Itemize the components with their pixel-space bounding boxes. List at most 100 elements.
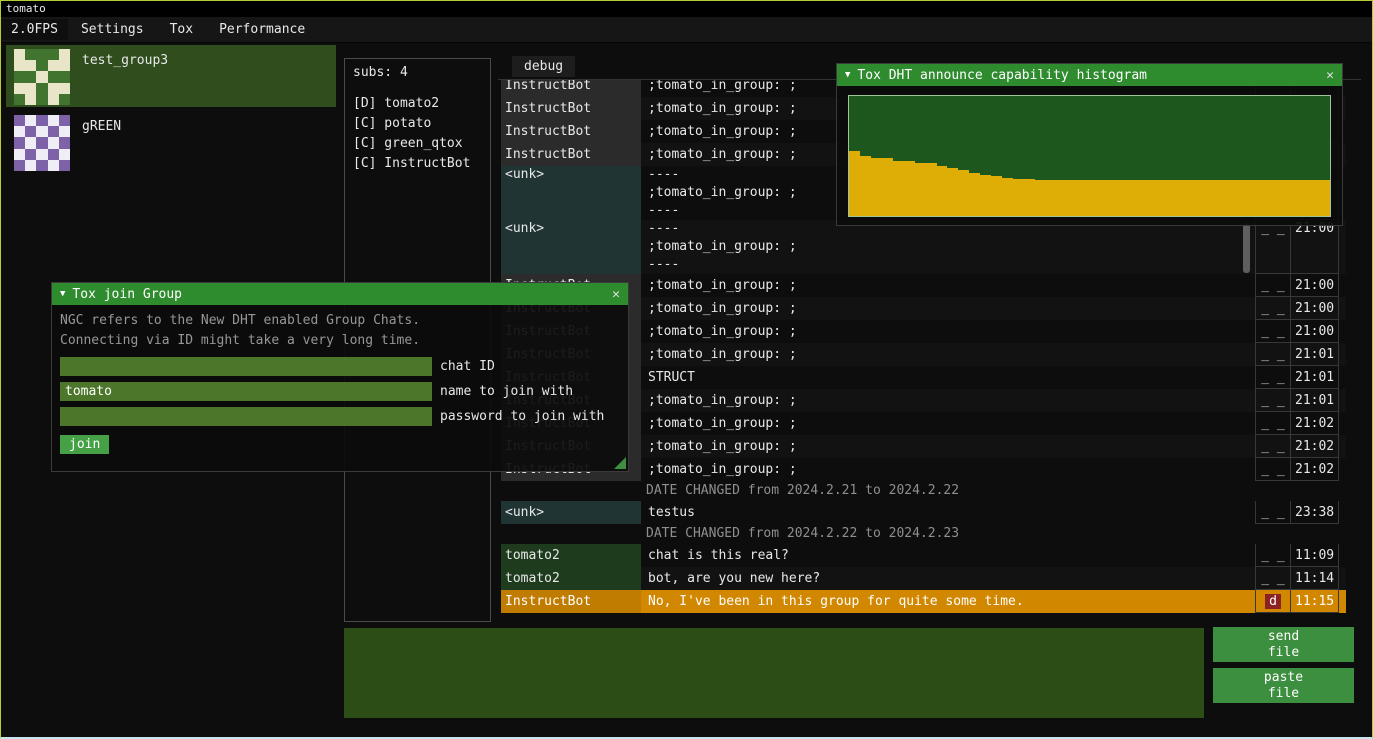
subs-count: subs: 4: [353, 65, 482, 80]
sender-name: InstructBot: [501, 590, 641, 613]
chat-row[interactable]: tomato2chat is this real?_ _11:09: [501, 544, 1346, 567]
message-text: STRUCT: [643, 366, 1255, 389]
histogram-bar: [1079, 180, 1090, 216]
histogram-bar: [1057, 180, 1068, 216]
message-text: ;tomato_in_group: ;: [643, 412, 1255, 435]
sender-name: tomato2: [501, 567, 641, 590]
date-changed-row: DATE CHANGED from 2024.2.22 to 2024.2.23: [501, 524, 1346, 544]
group-item[interactable]: gREEN: [6, 111, 336, 173]
histogram-bar: [1254, 180, 1265, 216]
histogram-bar: [947, 168, 958, 216]
message-time: 21:02: [1291, 458, 1339, 481]
histogram-bar: [969, 173, 980, 216]
message-time: 21:00: [1291, 220, 1339, 274]
message-text: ;tomato_in_group: ;: [643, 297, 1255, 320]
chat-row[interactable]: <unk>---- ;tomato_in_group: ; ----_ _21:…: [501, 220, 1346, 274]
message-time: 11:09: [1291, 544, 1339, 567]
chat-id-input[interactable]: [60, 357, 432, 376]
ngc-hint-line2: Connecting via ID might take a very long…: [60, 331, 620, 351]
group-item[interactable]: test_group3: [6, 45, 336, 107]
menu-settings[interactable]: Settings: [68, 19, 157, 40]
histogram-window-title: Tox DHT announce capability histogram: [857, 68, 1147, 83]
chat-scrollbar[interactable]: [1243, 223, 1250, 273]
message-flags: _ _: [1255, 435, 1291, 458]
message-time: 11:15: [1291, 590, 1339, 613]
message-text: ;tomato_in_group: ;: [643, 435, 1255, 458]
histogram-bar: [1155, 180, 1166, 216]
menu-performance[interactable]: Performance: [206, 19, 318, 40]
histogram-bar: [1287, 180, 1298, 216]
paste-file-button[interactable]: paste file: [1213, 668, 1354, 703]
histogram-bar: [958, 170, 969, 216]
message-flags: _ _: [1255, 366, 1291, 389]
group-name: test_group3: [82, 48, 168, 68]
field-label: password to join with: [440, 409, 604, 424]
join-field-row: password to join with: [60, 407, 620, 426]
chat-row[interactable]: tomato2bot, are you new here?_ _11:14: [501, 567, 1346, 590]
window-titlebar[interactable]: tomato: [1, 1, 1372, 17]
histogram-bar: [1319, 180, 1330, 216]
close-icon[interactable]: ✕: [1326, 68, 1334, 83]
join-field-row: name to join with: [60, 382, 620, 401]
join-button[interactable]: join: [60, 435, 109, 454]
histogram-bar: [1068, 180, 1079, 216]
group-name: gREEN: [82, 114, 121, 134]
message-flags: _ _: [1255, 220, 1291, 274]
tab-debug[interactable]: debug: [512, 56, 575, 77]
fps-indicator: 2.0FPS: [1, 19, 68, 40]
message-flags: _ _: [1255, 567, 1291, 590]
message-flags: _ _: [1255, 501, 1291, 524]
member-item[interactable]: [C] green_qtox: [353, 134, 482, 154]
message-text: ;tomato_in_group: ;: [643, 389, 1255, 412]
send-file-button[interactable]: send file: [1213, 627, 1354, 662]
histogram-bar: [1144, 180, 1155, 216]
sender-name: InstructBot: [501, 97, 641, 120]
member-item[interactable]: [D] tomato2: [353, 94, 482, 114]
message-flags: d: [1255, 590, 1291, 613]
histogram-bar: [1177, 180, 1188, 216]
join-field-row: chat ID: [60, 357, 620, 376]
message-text: ---- ;tomato_in_group: ; ----: [643, 220, 1255, 274]
chat-row[interactable]: InstructBotNo, I've been in this group f…: [501, 590, 1346, 613]
join-password-input[interactable]: [60, 407, 432, 426]
collapse-arrow-icon[interactable]: ▼: [845, 70, 850, 80]
histogram-bar: [860, 156, 871, 216]
message-flags: _ _: [1255, 412, 1291, 435]
message-time: 21:00: [1291, 320, 1339, 343]
histogram-window-titlebar[interactable]: ▼ Tox DHT announce capability histogram …: [837, 64, 1342, 86]
join-window-titlebar[interactable]: ▼ Tox join Group ✕: [52, 283, 628, 305]
app-window: tomato 2.0FPS Settings Tox Performance t…: [0, 0, 1373, 739]
message-time: 11:14: [1291, 567, 1339, 590]
sender-name: InstructBot: [501, 120, 641, 143]
member-item[interactable]: [C] potato: [353, 114, 482, 134]
message-text: chat is this real?: [643, 544, 1255, 567]
message-time: 21:02: [1291, 412, 1339, 435]
message-flags: _ _: [1255, 343, 1291, 366]
histogram-bar: [915, 163, 926, 216]
message-text: testus: [643, 501, 1255, 524]
join-name-input[interactable]: [60, 382, 432, 401]
close-icon[interactable]: ✕: [612, 287, 620, 302]
chat-row[interactable]: <unk>testus_ _23:38: [501, 501, 1346, 524]
message-flags: _ _: [1255, 274, 1291, 297]
field-label: name to join with: [440, 384, 573, 399]
delivered-flag: d: [1265, 594, 1281, 609]
message-input[interactable]: [344, 628, 1204, 718]
sender-name: tomato2: [501, 544, 641, 567]
histogram-bar: [1024, 179, 1035, 216]
histogram-bar: [1210, 180, 1221, 216]
join-window-body: NGC refers to the New DHT enabled Group …: [52, 305, 628, 460]
group-list: test_group3 gREEN: [6, 45, 336, 177]
message-text: ;tomato_in_group: ;: [643, 343, 1255, 366]
menu-tox[interactable]: Tox: [157, 19, 206, 40]
resize-grip[interactable]: [614, 457, 626, 469]
message-time: 21:01: [1291, 343, 1339, 366]
collapse-arrow-icon[interactable]: ▼: [60, 289, 65, 299]
join-window-title: Tox join Group: [72, 287, 182, 302]
histogram-plot: [848, 95, 1331, 217]
message-flags: _ _: [1255, 458, 1291, 481]
histogram-bar: [1046, 180, 1057, 216]
histogram-bar: [882, 158, 893, 216]
histogram-bar: [1199, 180, 1210, 216]
member-item[interactable]: [C] InstructBot: [353, 154, 482, 174]
